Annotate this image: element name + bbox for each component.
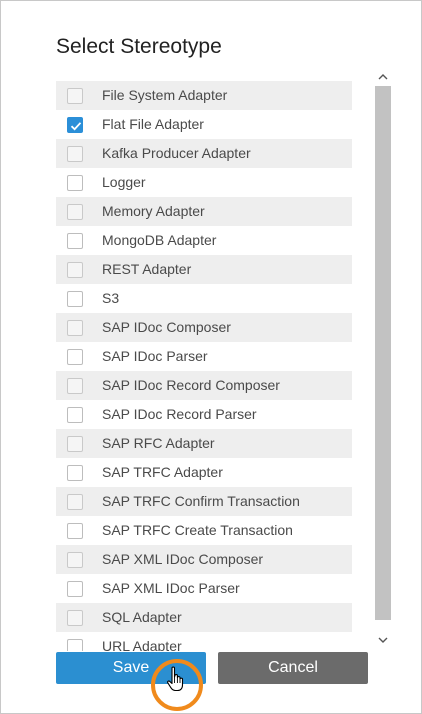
- cancel-button[interactable]: Cancel: [218, 652, 368, 684]
- list-item[interactable]: SAP TRFC Adapter: [56, 458, 352, 487]
- list-item-label: REST Adapter: [102, 261, 192, 277]
- list-item-label: MongoDB Adapter: [102, 232, 217, 248]
- list-item[interactable]: SAP RFC Adapter: [56, 429, 352, 458]
- dialog-title: Select Stereotype: [56, 35, 222, 58]
- checkbox[interactable]: [67, 204, 83, 220]
- list-item[interactable]: SAP IDoc Record Composer: [56, 371, 352, 400]
- list-item[interactable]: SQL Adapter: [56, 603, 352, 632]
- checkbox[interactable]: [67, 262, 83, 278]
- checkbox[interactable]: [67, 146, 83, 162]
- list-item-label: SAP RFC Adapter: [102, 435, 215, 451]
- list-item-label: File System Adapter: [102, 87, 228, 103]
- check-icon: [70, 122, 82, 131]
- checkbox[interactable]: [67, 233, 83, 249]
- list-item-label: Flat File Adapter: [102, 116, 204, 132]
- list-item-label: Logger: [102, 174, 146, 190]
- list-item[interactable]: MongoDB Adapter: [56, 226, 352, 255]
- list-item-label: SAP IDoc Record Parser: [102, 406, 257, 422]
- select-stereotype-dialog: Select Stereotype File System Adapter Fla…: [0, 0, 422, 714]
- checkbox[interactable]: [67, 581, 83, 597]
- checkbox[interactable]: [67, 378, 83, 394]
- hand-pointer-icon: [166, 666, 186, 697]
- scrollbar-thumb[interactable]: [375, 86, 391, 620]
- list-item[interactable]: SAP XML IDoc Composer: [56, 545, 352, 574]
- list-item-label: SAP TRFC Create Transaction: [102, 522, 293, 538]
- list-item-label: SAP XML IDoc Composer: [102, 551, 264, 567]
- checkbox[interactable]: [67, 523, 83, 539]
- checkbox[interactable]: [67, 291, 83, 307]
- list-item[interactable]: SAP IDoc Parser: [56, 342, 352, 371]
- list-item-label: SAP TRFC Confirm Transaction: [102, 493, 300, 509]
- checkbox[interactable]: [67, 610, 83, 626]
- list-item-label: SAP XML IDoc Parser: [102, 580, 240, 596]
- list-item-label: SAP IDoc Record Composer: [102, 377, 280, 393]
- list-item-label: SAP IDoc Parser: [102, 348, 208, 364]
- list-scrollbar[interactable]: [374, 68, 392, 648]
- list-item[interactable]: Memory Adapter: [56, 197, 352, 226]
- list-item-label: SQL Adapter: [102, 609, 182, 625]
- checkbox[interactable]: [67, 407, 83, 423]
- checkbox[interactable]: [67, 349, 83, 365]
- stereotype-list[interactable]: File System Adapter Flat File Adapter Kafk…: [56, 81, 352, 651]
- list-item-label: URL Adapter: [102, 638, 182, 651]
- checkbox[interactable]: [67, 88, 83, 104]
- list-item[interactable]: SAP TRFC Confirm Transaction: [56, 487, 352, 516]
- checkbox[interactable]: [67, 117, 83, 133]
- checkbox[interactable]: [67, 175, 83, 191]
- list-item-label: S3: [102, 290, 120, 306]
- list-item-label: SAP IDoc Composer: [102, 319, 231, 335]
- list-item[interactable]: REST Adapter: [56, 255, 352, 284]
- list-item[interactable]: S3: [56, 284, 352, 313]
- checkbox[interactable]: [67, 552, 83, 568]
- list-item[interactable]: URL Adapter: [56, 632, 352, 651]
- checkbox[interactable]: [67, 494, 83, 510]
- list-item[interactable]: Flat File Adapter: [56, 110, 352, 139]
- list-item-label: SAP TRFC Adapter: [102, 464, 223, 480]
- list-item[interactable]: SAP XML IDoc Parser: [56, 574, 352, 603]
- list-item-label: Kafka Producer Adapter: [102, 145, 251, 161]
- list-item-label: Memory Adapter: [102, 203, 205, 219]
- chevron-up-icon[interactable]: [374, 68, 392, 84]
- list-item[interactable]: Logger: [56, 168, 352, 197]
- list-item[interactable]: SAP IDoc Record Parser: [56, 400, 352, 429]
- chevron-down-icon[interactable]: [374, 632, 392, 648]
- checkbox[interactable]: [67, 639, 83, 651]
- checkbox[interactable]: [67, 320, 83, 336]
- list-item[interactable]: File System Adapter: [56, 81, 352, 110]
- list-item[interactable]: SAP IDoc Composer: [56, 313, 352, 342]
- list-item[interactable]: SAP TRFC Create Transaction: [56, 516, 352, 545]
- checkbox[interactable]: [67, 465, 83, 481]
- list-item[interactable]: Kafka Producer Adapter: [56, 139, 352, 168]
- checkbox[interactable]: [67, 436, 83, 452]
